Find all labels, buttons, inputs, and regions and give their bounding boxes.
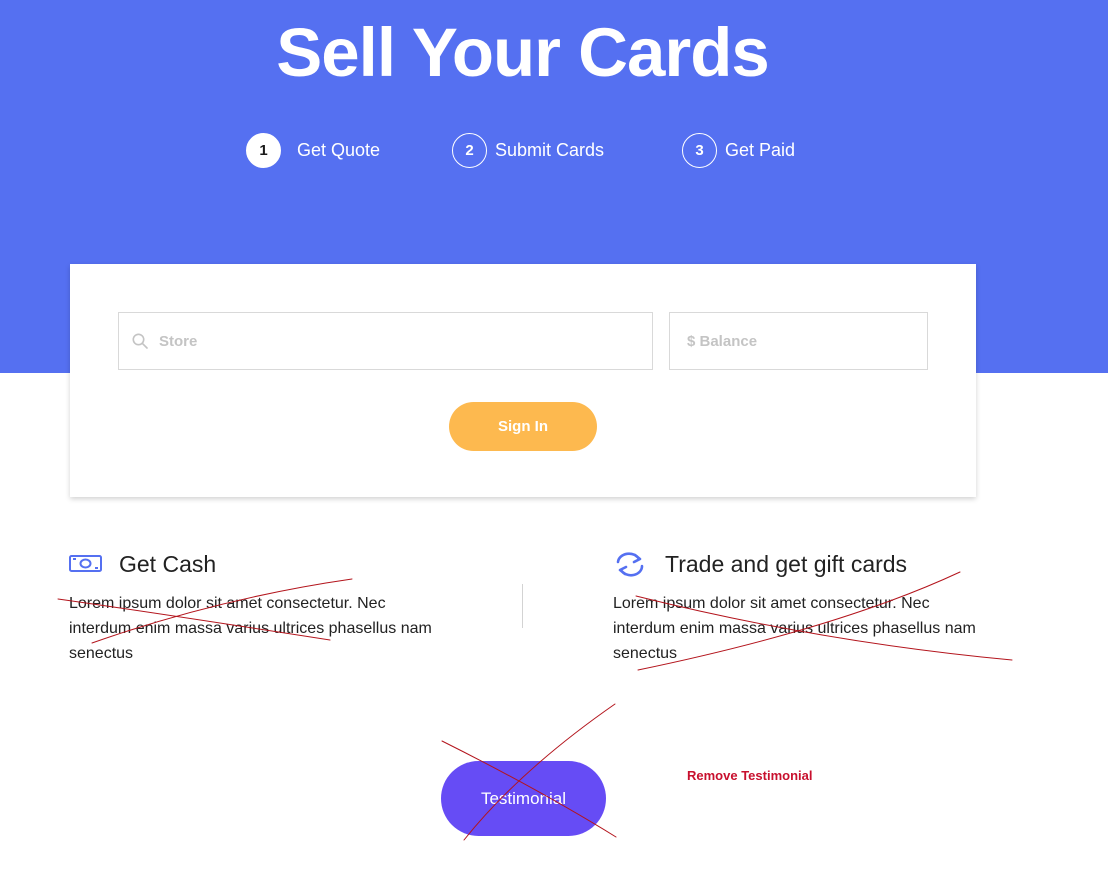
feature-header: Trade and get gift cards	[613, 548, 1033, 580]
step-label: Submit Cards	[495, 140, 605, 160]
feature-description: Lorem ipsum dolor sit amet consectetur. …	[613, 595, 976, 662]
balance-input[interactable]	[670, 313, 927, 369]
cash-icon	[69, 555, 102, 572]
step-get-paid[interactable]: 3 Get Paid	[682, 133, 795, 168]
step-label: Get Paid	[725, 140, 796, 160]
step-number: 3	[682, 133, 717, 168]
testimonial-button[interactable]: Testimonial	[441, 761, 606, 836]
feature-get-cash: Get Cash Lorem ipsum dolor sit amet cons…	[69, 548, 469, 666]
step-submit-cards[interactable]: 2 Submit Cards	[452, 133, 604, 168]
store-field	[118, 312, 653, 370]
step-number: 2	[452, 133, 487, 168]
feature-title: Trade and get gift cards	[665, 550, 908, 577]
feature-title: Get Cash	[119, 550, 217, 577]
search-icon	[132, 333, 148, 349]
feature-description: Lorem ipsum dolor sit amet consectetur. …	[69, 595, 432, 662]
feature-divider	[522, 584, 523, 628]
store-input[interactable]	[119, 313, 652, 369]
step-number: 1	[246, 133, 281, 168]
sign-in-button[interactable]: Sign In	[449, 402, 597, 451]
step-get-quote[interactable]: 1 Get Quote	[246, 133, 380, 168]
quote-form-card: Sign In	[70, 264, 976, 497]
feature-header: Get Cash	[69, 548, 469, 580]
balance-field	[669, 312, 928, 370]
step-label: Get Quote	[297, 140, 381, 160]
page: Sell Your Cards 1 Get Quote 2 Submit Car…	[0, 0, 1108, 878]
feature-trade-gift-cards: Trade and get gift cards Lorem ipsum dol…	[613, 548, 1033, 666]
refresh-icon	[616, 552, 644, 577]
page-title: Sell Your Cards	[276, 14, 769, 91]
annotation-note: Remove Testimonial	[687, 768, 813, 783]
